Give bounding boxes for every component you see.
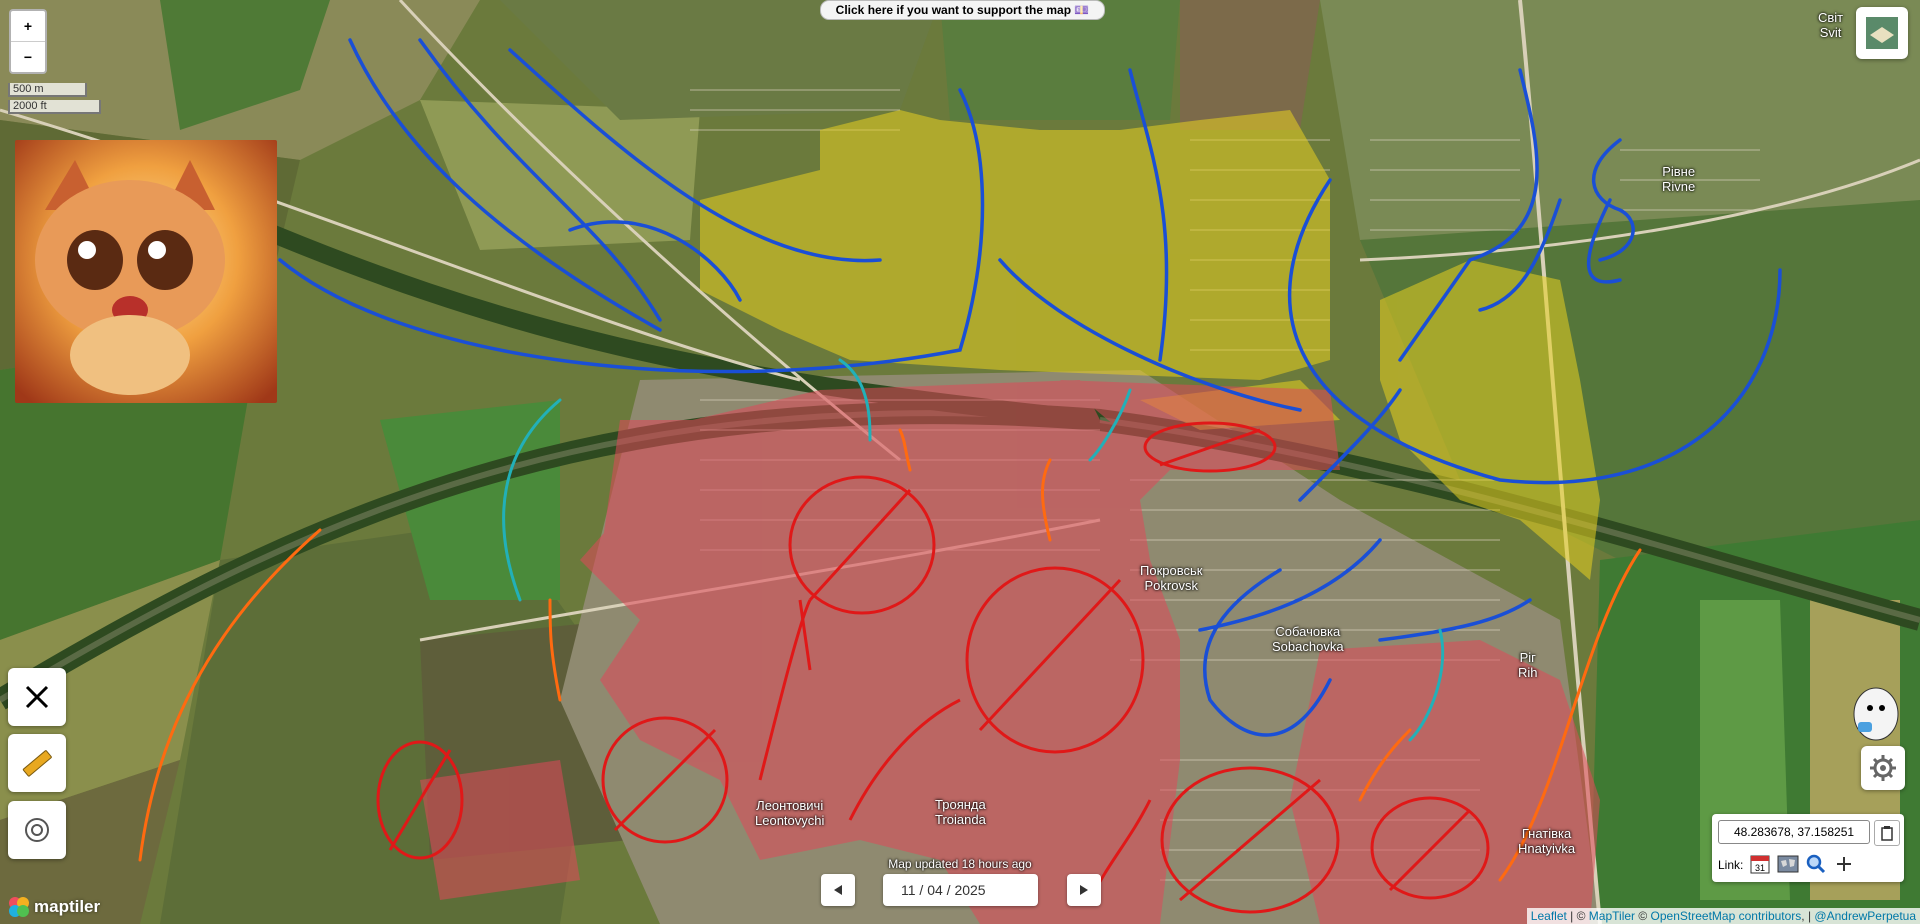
ruler-icon xyxy=(22,750,52,777)
settings-button[interactable] xyxy=(1861,746,1905,790)
osm-link[interactable]: OpenStreetMap contributors xyxy=(1651,909,1802,923)
scale-metric: 500 m xyxy=(8,83,87,97)
date-navigator: 11 / 04 / 2025 xyxy=(821,870,1101,908)
layers-button[interactable] xyxy=(1856,7,1908,59)
place-label-rih: Рiг Rih xyxy=(1518,650,1538,680)
world-map-icon xyxy=(1777,855,1799,873)
support-map-banner[interactable]: Click here if you want to support the ma… xyxy=(820,0,1105,20)
calendar-icon: 31 xyxy=(1750,855,1770,874)
author-link[interactable]: @AndrewPerpetua xyxy=(1814,909,1916,923)
zoom-in-button[interactable]: + xyxy=(11,11,45,41)
gear-icon xyxy=(1870,755,1896,781)
coordinates-field[interactable]: 48.283678, 37.158251 xyxy=(1718,820,1870,844)
coordinates-panel: 48.283678, 37.158251 Link: 31 xyxy=(1712,814,1904,882)
target-icon xyxy=(25,818,49,842)
scale-imperial: 2000 ft xyxy=(8,100,101,114)
maptiler-logo-icon xyxy=(9,897,29,917)
maptiler-link[interactable]: MapTiler xyxy=(1589,909,1635,923)
place-label-hnativka: Гнатiвка Hnatyivka xyxy=(1518,826,1576,856)
add-link-button[interactable] xyxy=(1832,852,1856,876)
leaflet-link[interactable]: Leaflet xyxy=(1531,909,1567,923)
place-label-sobachovka: Собачовка Sobachovka xyxy=(1272,624,1344,654)
measure-button[interactable] xyxy=(8,734,66,792)
plus-icon xyxy=(1837,857,1851,871)
place-label-svit: Світ Svit xyxy=(1818,10,1844,40)
search-link-button[interactable] xyxy=(1804,852,1828,876)
next-date-button[interactable] xyxy=(1067,874,1101,906)
x-logo-icon xyxy=(25,685,49,709)
cat-avatar-image xyxy=(15,140,277,403)
svg-text:31: 31 xyxy=(1755,863,1765,873)
world-map-link-button[interactable] xyxy=(1776,852,1800,876)
zoom-out-button[interactable]: − xyxy=(11,41,45,72)
next-arrow-icon xyxy=(1080,885,1088,895)
layers-icon xyxy=(1866,17,1898,49)
place-label-leontovychi: Леонтовичi Leontovychi xyxy=(755,798,825,828)
search-icon xyxy=(1806,854,1826,874)
copy-coordinates-button[interactable] xyxy=(1874,820,1900,846)
place-label-pokrovsk: Покровськ Pokrovsk xyxy=(1140,563,1203,593)
maptiler-logo[interactable]: maptiler xyxy=(8,896,100,918)
previous-date-button[interactable] xyxy=(821,874,855,906)
place-label-troianda: Троянда Troianda xyxy=(935,797,986,827)
place-label-rivne: Рiвне Rivne xyxy=(1662,164,1696,194)
copy-icon xyxy=(1881,826,1893,841)
map-updated-text: Map updated 18 hours ago xyxy=(888,857,1032,871)
zoom-control: + − xyxy=(9,9,47,74)
date-picker[interactable]: 11 / 04 / 2025 xyxy=(883,874,1038,906)
prev-arrow-icon xyxy=(834,885,842,895)
locate-button[interactable] xyxy=(8,801,66,859)
calendar-link-button[interactable]: 31 xyxy=(1748,852,1772,876)
satellite-map xyxy=(0,0,1920,924)
link-label: Link: xyxy=(1718,858,1744,872)
attribution-bar: Leaflet | © MapTiler © OpenStreetMap con… xyxy=(1526,908,1920,924)
map-canvas[interactable]: Покровськ Pokrovsk Собачовка Sobachovka Рi… xyxy=(0,0,1920,924)
x-share-button[interactable] xyxy=(8,668,66,726)
mascot-image xyxy=(1848,680,1904,744)
